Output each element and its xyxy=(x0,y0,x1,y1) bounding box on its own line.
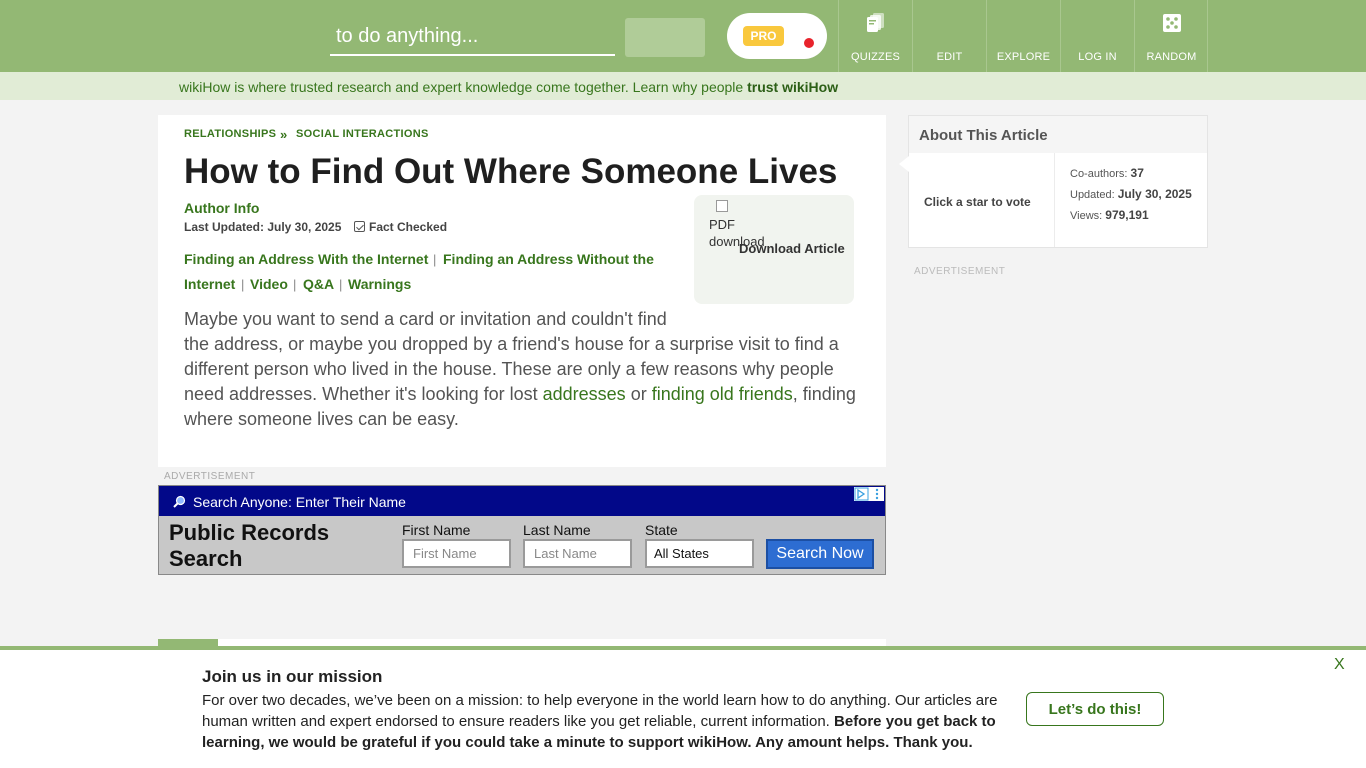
fact-checked-badge[interactable]: Fact Checked xyxy=(354,220,447,234)
toc-link-video[interactable]: Video xyxy=(250,276,288,292)
about-article-title: About This Article xyxy=(919,127,1048,144)
mission-title: Join us in our mission xyxy=(202,667,383,686)
stat-label: Views: xyxy=(1070,210,1103,222)
dice-icon xyxy=(1163,14,1181,32)
stat-updated: Updated: July 30, 2025 xyxy=(1070,187,1192,201)
trust-wikihow-link[interactable]: trust wikiHow xyxy=(747,79,838,95)
mission-line: human written and expert endorsed to ens… xyxy=(202,711,1007,732)
download-article-label[interactable]: Download Article xyxy=(739,241,845,256)
notification-dot xyxy=(804,38,814,48)
nav-quizzes[interactable]: QUIZZES xyxy=(838,0,912,72)
ad-choices-icon[interactable] xyxy=(854,487,884,501)
toc-link-internet[interactable]: Finding an Address With the Internet xyxy=(184,251,428,267)
addresses-link[interactable]: addresses xyxy=(543,384,626,404)
last-name-label: Last Name xyxy=(523,522,591,538)
ad-title-line: Search xyxy=(169,546,243,571)
state-label: State xyxy=(645,522,678,538)
broken-image-icon xyxy=(716,200,728,212)
fact-checked-label: Fact Checked xyxy=(369,220,448,234)
nav-random[interactable]: RANDOM xyxy=(1134,0,1208,72)
stat-label: Updated: xyxy=(1070,189,1115,201)
toc-link-warnings[interactable]: Warnings xyxy=(348,276,411,292)
star-vote[interactable]: Click a star to vote xyxy=(924,195,1031,209)
nav-edit[interactable]: EDIT xyxy=(912,0,986,72)
nav-login-label: LOG IN xyxy=(1078,51,1117,63)
intro-text: , finding xyxy=(792,384,856,404)
sidebar-advertisement-label: ADVERTISEMENT xyxy=(914,266,1006,277)
toc-separator: | xyxy=(433,252,437,267)
intro-line: need addresses. Whether it's looking for… xyxy=(184,382,864,407)
last-name-field[interactable] xyxy=(523,539,632,568)
close-banner-button[interactable]: X xyxy=(1334,656,1345,674)
toc-link-without-internet-cont[interactable]: Internet xyxy=(184,276,235,292)
pro-badge[interactable]: PRO xyxy=(743,26,784,46)
breadcrumb-separator: » xyxy=(280,127,288,142)
stat-value: 979,191 xyxy=(1105,208,1149,222)
search-button[interactable] xyxy=(625,18,705,57)
state-select[interactable]: All States xyxy=(645,539,754,568)
nav-quizzes-label: QUIZZES xyxy=(850,51,901,63)
stat-views: Views: 979,191 xyxy=(1070,208,1149,222)
intro-text: need addresses. Whether it's looking for… xyxy=(184,384,543,404)
breadcrumb-social-interactions[interactable]: SOCIAL INTERACTIONS xyxy=(296,128,429,140)
search-now-button[interactable]: Search Now xyxy=(766,539,874,569)
checkbox-icon xyxy=(354,221,365,232)
first-name-label: First Name xyxy=(402,522,471,538)
trust-text-body: wikiHow is where trusted research and ex… xyxy=(179,79,748,95)
breadcrumb-relationships[interactable]: RELATIONSHIPS xyxy=(184,128,276,140)
intro-line: the address, or maybe you dropped by a f… xyxy=(184,334,839,354)
search-input[interactable] xyxy=(330,18,615,56)
ad-title: Public Records Search xyxy=(169,520,329,572)
stat-coauthors: Co-authors: 37 xyxy=(1070,166,1144,180)
stat-label: Co-authors: xyxy=(1070,168,1128,180)
finding-old-friends-link[interactable]: finding old friends xyxy=(652,384,793,404)
first-name-field[interactable] xyxy=(402,539,511,568)
toc-separator: | xyxy=(241,277,245,292)
ad-header-text: Search Anyone: Enter Their Name xyxy=(193,494,406,510)
page-title: How to Find Out Where Someone Lives xyxy=(184,152,838,191)
intro-line: where someone lives can be easy. xyxy=(184,409,459,429)
quizzes-icon xyxy=(867,13,884,32)
mission-body: For over two decades, we’ve been on a mi… xyxy=(202,690,1007,753)
toc-separator: | xyxy=(293,277,297,292)
intro-line: Maybe you want to send a card or invitat… xyxy=(184,309,667,329)
author-info-link[interactable]: Author Info xyxy=(184,200,259,216)
stat-value: 37 xyxy=(1130,166,1144,180)
about-notch xyxy=(899,156,909,172)
mission-line: For over two decades, we’ve been on a mi… xyxy=(202,692,998,709)
advertisement-label: ADVERTISEMENT xyxy=(164,471,256,482)
pdf-download-image: PDF download xyxy=(709,199,765,250)
nav-explore[interactable]: EXPLORE xyxy=(986,0,1060,72)
article-intro: Maybe you want to send a card or invitat… xyxy=(184,307,864,432)
magnifier-icon xyxy=(173,495,186,508)
intro-text: or xyxy=(625,384,652,404)
ad-title-line: Public Records xyxy=(169,520,330,545)
intro-line: different person who lived in the house.… xyxy=(184,359,834,379)
toc-link-qa[interactable]: Q&A xyxy=(303,276,334,292)
mission-text-bold: Before you get back to xyxy=(834,713,996,730)
last-updated: Last Updated: July 30, 2025 xyxy=(184,220,342,234)
about-divider xyxy=(1054,153,1055,247)
lets-do-this-button[interactable]: Let’s do this! xyxy=(1026,692,1164,726)
nav-divider xyxy=(1207,0,1208,72)
toc-link-without-internet[interactable]: Finding an Address Without the xyxy=(443,251,654,267)
stat-value: July 30, 2025 xyxy=(1117,187,1192,201)
trust-text: wikiHow is where trusted research and ex… xyxy=(179,79,838,95)
nav-edit-label: EDIT xyxy=(936,51,963,63)
mission-text: human written and expert endorsed to ens… xyxy=(202,713,835,730)
nav-random-label: RANDOM xyxy=(1146,51,1197,63)
mission-line-bold: learning, we would be grateful if you co… xyxy=(202,734,973,751)
toc-separator: | xyxy=(339,277,343,292)
nav-explore-label: EXPLORE xyxy=(996,51,1051,63)
nav-login[interactable]: LOG IN xyxy=(1060,0,1134,72)
